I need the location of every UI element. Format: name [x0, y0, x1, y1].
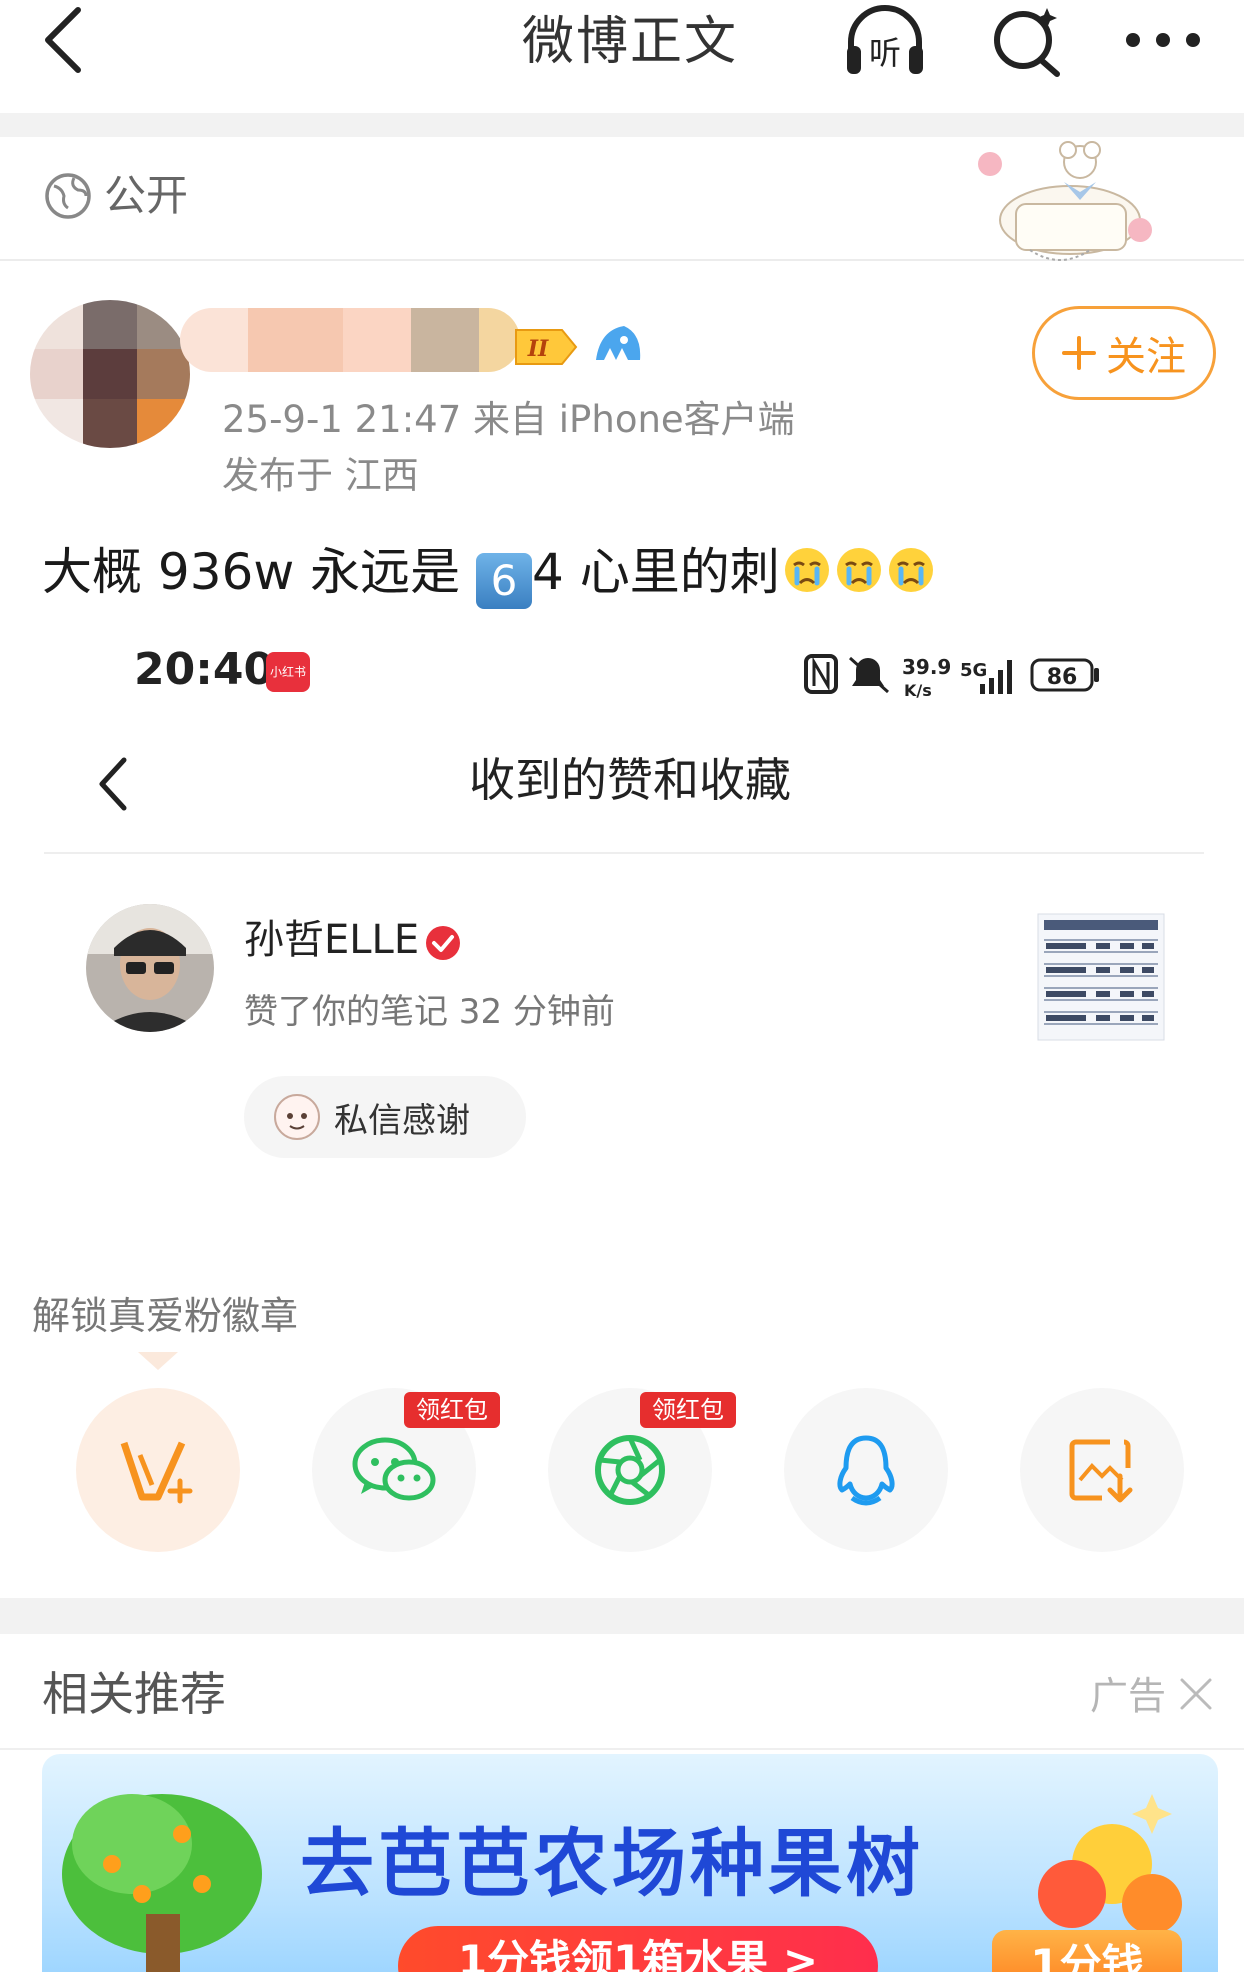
save-image-icon	[1069, 1439, 1133, 1503]
qq-penguin-icon	[837, 1435, 895, 1506]
vip-badge-button[interactable]	[76, 1388, 240, 1552]
embedded-status-time: 20:40	[134, 644, 275, 695]
thanks-label: 私信感谢	[334, 1100, 470, 1141]
embedded-back-icon	[99, 757, 127, 811]
note-thumbnail	[1037, 913, 1165, 1041]
share-qq-button[interactable]	[784, 1388, 948, 1552]
embedded-notification-action: 赞了你的笔记 32 分钟前	[244, 992, 615, 1032]
page-title: 微博正文	[521, 12, 738, 72]
post-body: 大概 936w 永远是 64 心里的刺	[42, 540, 936, 609]
post-location: 发布于 江西	[222, 454, 419, 497]
sticker-avatar-icon	[274, 1094, 320, 1140]
recommend-divider	[0, 1748, 1244, 1750]
fan-badge-pointer	[138, 1352, 178, 1370]
crying-face-icon	[784, 548, 829, 592]
author-name-blurred[interactable]	[180, 308, 520, 372]
crying-face-icon	[888, 548, 933, 592]
search-button[interactable]	[982, 0, 1072, 80]
network-type: 5G	[960, 660, 987, 681]
follow-button[interactable]: 关注	[1032, 306, 1216, 400]
member-level-badge-icon: II	[515, 329, 578, 365]
listen-button[interactable]: 听	[840, 0, 930, 80]
listen-label: 听	[869, 34, 901, 72]
speed-value: 39.9	[902, 655, 951, 679]
crying-face-icon	[836, 548, 881, 592]
ad-label: 广告	[1090, 1674, 1167, 1718]
globe-icon	[45, 173, 91, 219]
related-recommend-title: 相关推荐	[42, 1667, 226, 1721]
more-dots-icon	[1126, 33, 1200, 47]
plus-icon	[1062, 336, 1096, 370]
ad-cta-button[interactable]: 1分钱领1箱水果 >	[398, 1926, 878, 1972]
section-divider	[0, 1598, 1244, 1634]
post-timestamp-source: 25-9-1 21:47 来自 iPhone客户端	[222, 398, 795, 441]
red-packet-tag: 领红包	[404, 1392, 500, 1428]
battery-level: 86	[1047, 665, 1078, 690]
moments-aperture-icon	[595, 1435, 665, 1505]
fan-badge-label[interactable]: 解锁真爱粉徽章	[32, 1290, 298, 1342]
headphones-icon: 听	[847, 5, 923, 74]
decoration-sticker	[978, 141, 1152, 261]
embedded-page-title: 收到的赞和收藏	[469, 753, 791, 807]
search-icon	[994, 8, 1060, 77]
save-image-button[interactable]	[1020, 1388, 1184, 1552]
red-packet-tag: 领红包	[640, 1392, 736, 1428]
vip-plus-icon	[120, 1441, 193, 1504]
close-icon[interactable]	[1178, 1676, 1214, 1712]
xiaohongshu-app-badge: 小红书	[266, 652, 310, 692]
thanks-message-button: 私信感谢	[244, 1076, 526, 1158]
wechat-icon	[352, 1437, 436, 1501]
visibility-label: 公开	[104, 171, 189, 220]
embedded-user-avatar	[86, 904, 214, 1032]
ad-headline: 去芭芭农场种果树	[300, 1821, 924, 1907]
author-avatar[interactable]	[30, 300, 190, 448]
post-text-part: 大概 936w 永远是	[42, 543, 477, 601]
back-button[interactable]	[40, 0, 100, 80]
chevron-left-icon	[45, 7, 81, 73]
embedded-status-icons: 39.9 K/s 5G 86	[804, 654, 1099, 700]
fan-badge-icon	[596, 326, 641, 360]
more-button[interactable]	[1118, 0, 1208, 80]
post-text-part: 4 心里的刺	[532, 543, 780, 601]
embedded-divider	[44, 852, 1204, 854]
follow-label: 关注	[1106, 334, 1186, 380]
embedded-user-name: 孙哲ELLE	[244, 917, 420, 963]
verified-badge-icon	[426, 926, 460, 960]
keycap-six: 6	[476, 553, 533, 609]
speed-unit: K/s	[904, 681, 932, 700]
ad-price-tag: 1分钱	[992, 1930, 1182, 1972]
svg-text:II: II	[527, 336, 549, 362]
